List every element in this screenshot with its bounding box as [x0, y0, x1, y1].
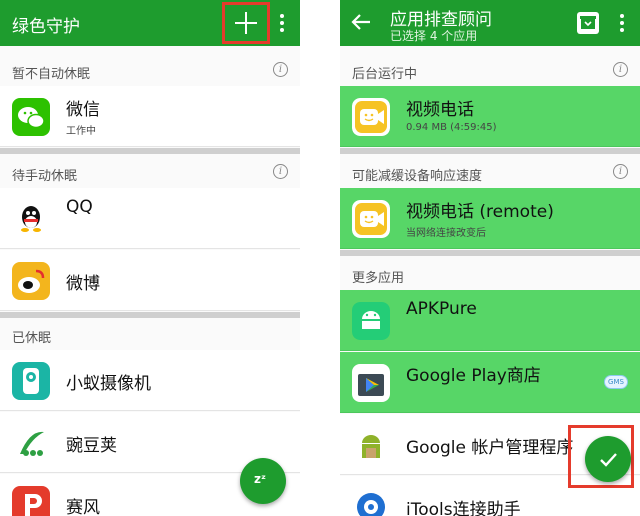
check-icon [600, 453, 617, 467]
info-icon[interactable]: i [273, 164, 288, 179]
left-app-bar: 绿色守护 [0, 0, 300, 46]
app-name: 微信 [66, 100, 100, 120]
app-name: 视频电话 [406, 100, 474, 120]
app-row-video-call-remote[interactable]: 视频电话 (remote) 当网络连接改变后 [340, 188, 640, 249]
sleep-zz-icon: zᶻ [254, 472, 266, 486]
section-divider [0, 312, 300, 318]
weibo-icon [12, 262, 50, 300]
app-name: 小蚁摄像机 [66, 374, 151, 394]
section-label: 待手动休眠 [12, 169, 78, 184]
section-label: 更多应用 [352, 271, 405, 286]
android-icon [352, 426, 390, 464]
itools-icon [352, 488, 390, 516]
section-header-sleeping: 已休眠 [0, 320, 300, 350]
section-header-background: 后台运行中 i [340, 56, 640, 86]
right-subtitle: 已选择 4 个应用 [390, 29, 478, 43]
panel-gap [300, 0, 340, 516]
section-label: 后台运行中 [352, 67, 418, 82]
app-name: QQ [66, 197, 93, 217]
plus-icon [235, 12, 257, 34]
qq-icon [12, 200, 50, 238]
app-name: iTools连接助手 [406, 500, 521, 516]
app-name: Google 帐户管理程序 [406, 438, 574, 458]
add-app-button[interactable] [222, 2, 270, 44]
cloud-badge-icon: GMS [604, 375, 628, 389]
app-row-yi-camera[interactable]: 小蚁摄像机 [0, 350, 300, 411]
app-row-video-call[interactable]: 视频电话 0.94 MB (4:59:45) [340, 86, 640, 147]
app-note: 当网络连接改变后 [406, 228, 486, 239]
app-name: 微博 [66, 274, 100, 294]
play-store-icon [352, 364, 390, 402]
psiphon-icon [12, 486, 50, 516]
wechat-icon [12, 98, 50, 136]
app-row-wechat[interactable]: 微信 工作中 [0, 86, 300, 147]
section-divider [0, 148, 300, 154]
app-name: Google Play商店 [406, 366, 541, 386]
app-name: 视频电话 (remote) [406, 202, 554, 222]
video-call-icon [352, 98, 390, 136]
section-label: 已休眠 [12, 331, 52, 346]
wandoujia-icon [12, 424, 50, 462]
left-title: 绿色守护 [12, 17, 80, 37]
right-panel: 应用排查顾问 已选择 4 个应用 后台运行中 i 视频电话 0.94 MB (4… [340, 0, 640, 516]
section-label: 暂不自动休眠 [12, 67, 91, 82]
info-icon[interactable]: i [273, 62, 288, 77]
confirm-fab[interactable] [585, 436, 631, 482]
app-row-qq[interactable]: QQ [0, 188, 300, 249]
overflow-menu-icon[interactable] [270, 10, 294, 36]
left-panel: 绿色守护 暂不自动休眠 i 微信 工作中 待手动休眠 i QQ 微博 已休眠 小… [0, 0, 300, 516]
video-call-icon [352, 200, 390, 238]
section-label: 可能减缓设备响应速度 [352, 169, 483, 184]
app-row-weibo[interactable]: 微博 [0, 250, 300, 311]
app-status: 工作中 [66, 126, 96, 137]
hibernate-fab[interactable]: zᶻ [240, 458, 286, 504]
info-icon[interactable]: i [613, 164, 628, 179]
app-row-play-store[interactable]: Google Play商店 GMS [340, 352, 640, 413]
overflow-menu-icon[interactable] [610, 10, 634, 36]
yi-camera-icon [12, 362, 50, 400]
apkpure-icon [352, 302, 390, 340]
app-name: 赛风 [66, 498, 100, 516]
back-arrow-icon[interactable] [350, 11, 372, 33]
app-name: APKPure [406, 299, 477, 319]
info-icon[interactable]: i [613, 62, 628, 77]
section-header-more: 更多应用 [340, 260, 640, 290]
app-name: 豌豆荚 [66, 436, 117, 456]
app-memory: 0.94 MB (4:59:45) [406, 122, 497, 133]
store-icon[interactable] [577, 12, 599, 34]
section-header-slowdown: 可能减缓设备响应速度 i [340, 158, 640, 188]
section-divider [340, 250, 640, 256]
section-header-not-auto: 暂不自动休眠 i [0, 56, 300, 86]
app-row-apkpure[interactable]: APKPure [340, 290, 640, 351]
right-app-bar: 应用排查顾问 已选择 4 个应用 [340, 0, 640, 46]
section-divider [340, 148, 640, 154]
section-header-manual: 待手动休眠 i [0, 158, 300, 188]
